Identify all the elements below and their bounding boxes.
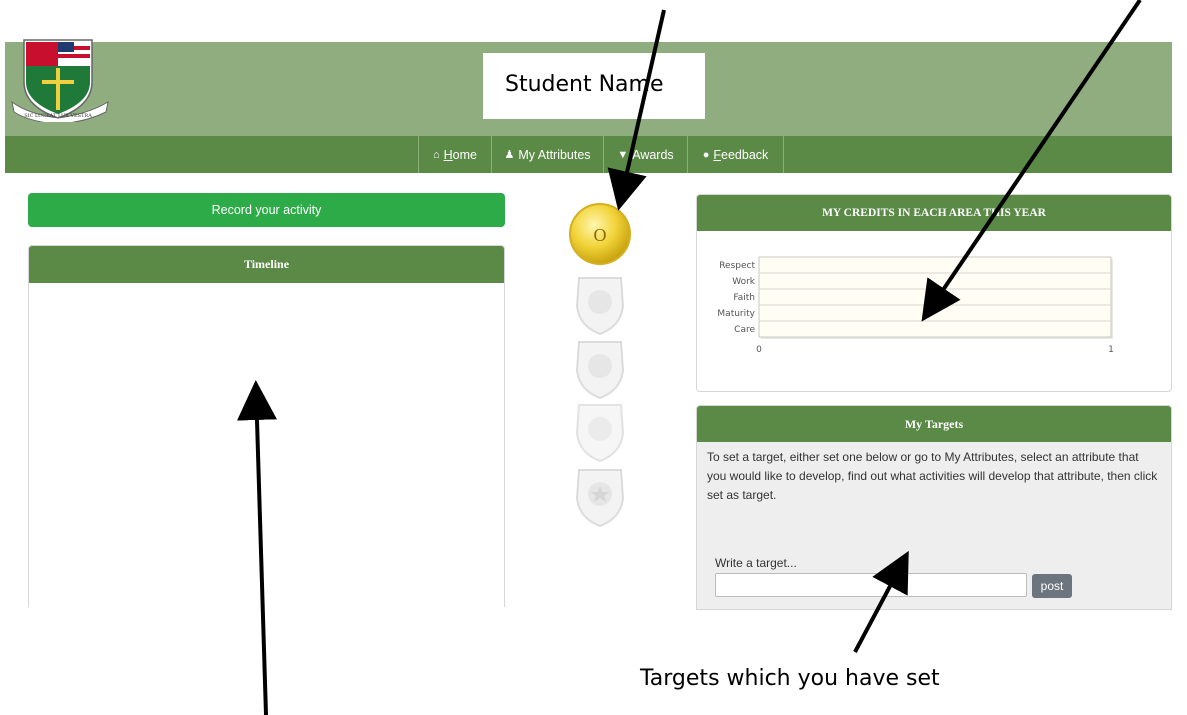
school-crest-logo[interactable]: SIC LUCEAT LUX VESTRA xyxy=(8,38,113,122)
target-textarea[interactable] xyxy=(715,573,1027,597)
nav-awards-label: Awards xyxy=(632,147,674,162)
nav-my-attributes-label: My Attributes xyxy=(518,147,591,162)
chart-y-tick-label: Respect xyxy=(719,261,755,271)
chart-y-tick-label: Work xyxy=(732,277,756,287)
write-target-label: Write a target... xyxy=(715,556,797,570)
locked-award-badge[interactable] xyxy=(565,462,635,532)
nav-awards[interactable]: ▼ Awards xyxy=(603,136,687,173)
targets-title: My Targets xyxy=(697,406,1171,442)
nav-feedback-label: eedback xyxy=(721,147,769,162)
nav-feedback[interactable]: ● Feedback xyxy=(687,136,784,173)
chart-plot-area xyxy=(758,256,1112,338)
locked-award-badge[interactable] xyxy=(565,270,635,340)
gold-award-badge[interactable]: O xyxy=(565,199,635,269)
annotation-caption: Targets which you have set xyxy=(640,666,940,691)
chart-x-tick-label: 1 xyxy=(1108,345,1114,355)
gold-badge-letter: O xyxy=(594,225,607,245)
home-icon: ⌂ xyxy=(432,148,440,161)
nav-home-label: ome xyxy=(452,147,477,162)
post-button[interactable]: post xyxy=(1032,574,1072,598)
timeline-title: Timeline xyxy=(29,246,504,283)
timeline-panel: Timeline xyxy=(28,245,505,607)
nav-feedback-label-accesskey: F xyxy=(713,147,722,162)
record-activity-button[interactable]: Record your activity xyxy=(28,193,505,227)
comment-icon: ● xyxy=(702,148,710,161)
chart-y-tick-label: Maturity xyxy=(717,309,755,319)
nav-my-attributes[interactable]: ♟ My Attributes xyxy=(491,136,603,173)
targets-panel: My Targets To set a target, either set o… xyxy=(696,405,1172,610)
chart-x-tick-label: 0 xyxy=(756,345,762,355)
credits-panel: MY CREDITS IN EACH AREA THIS YEAR Respec… xyxy=(696,194,1172,392)
credits-chart: Respect Work Faith Maturity Care0 1 xyxy=(717,256,1114,355)
credits-title: MY CREDITS IN EACH AREA THIS YEAR xyxy=(697,195,1171,231)
chart-y-tick-label: Faith xyxy=(733,293,755,303)
targets-instructions: To set a target, either set one below or… xyxy=(707,450,1158,502)
chart-y-tick-label: Care xyxy=(734,325,755,335)
svg-text:SIC LUCEAT LUX VESTRA: SIC LUCEAT LUX VESTRA xyxy=(24,113,92,119)
shield-icon: ▼ xyxy=(617,148,629,161)
user-icon: ♟ xyxy=(504,149,515,161)
locked-award-badge[interactable] xyxy=(565,397,635,467)
student-name: Student Name xyxy=(505,72,664,97)
locked-award-badge[interactable] xyxy=(565,334,635,404)
nav-home-label-accesskey: H xyxy=(443,147,453,162)
nav-home[interactable]: ⌂ Home xyxy=(418,136,491,173)
